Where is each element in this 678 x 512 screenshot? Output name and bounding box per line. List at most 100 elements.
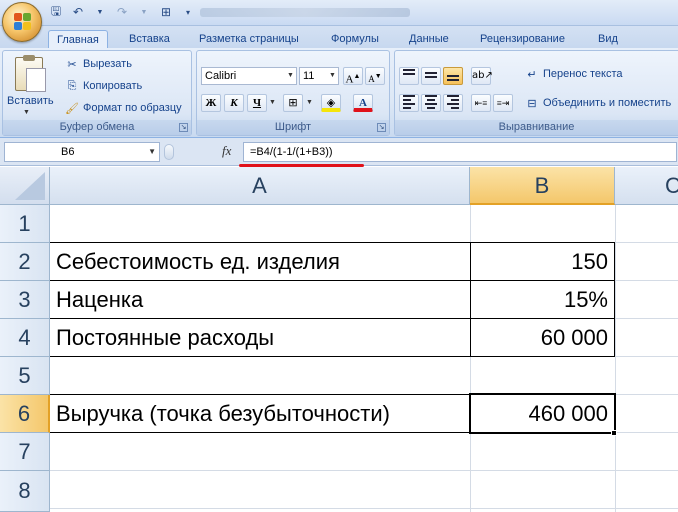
bold-button[interactable]: Ж — [201, 94, 221, 112]
font-name-select[interactable]: Calibri ▼ — [201, 67, 297, 85]
underline-button[interactable]: Ч — [247, 94, 267, 112]
gridline — [50, 470, 678, 471]
save-icon[interactable]: 🖫 — [48, 4, 64, 20]
decrease-indent-button[interactable]: ⇤≡ — [471, 94, 491, 112]
tab-view[interactable]: Вид — [590, 30, 626, 48]
customize-qat-icon[interactable]: ▾ — [180, 4, 196, 20]
cell-a3[interactable]: Наценка — [50, 281, 470, 318]
align-bottom-icon — [444, 68, 462, 82]
chevron-down-icon: ▼ — [329, 72, 336, 79]
quick-access-toolbar: 🖫 ↶ ▼ ↷ ▼ ⊞ ▾ — [48, 4, 196, 20]
orientation-button[interactable]: ab↗ — [471, 67, 493, 85]
paste-dropdown-icon[interactable]: ▼ — [23, 109, 30, 116]
merge-center-label: Объединить и поместить — [543, 97, 672, 109]
cell-b3[interactable]: 15% — [471, 281, 614, 318]
align-right-icon — [444, 95, 462, 109]
row-header-7[interactable]: 7 — [0, 433, 50, 471]
worksheet-grid[interactable]: A B C 1 2 3 4 5 6 7 8 Себестоимость ед. … — [0, 167, 678, 512]
increase-indent-button[interactable]: ≡⇥ — [493, 94, 513, 112]
column-header-a[interactable]: A — [50, 167, 470, 205]
row-header-2[interactable]: 2 — [0, 243, 50, 281]
row-header-6[interactable]: 6 — [0, 395, 50, 433]
font-launcher-icon[interactable]: ↘ — [377, 123, 386, 132]
table-border — [614, 242, 615, 356]
align-center-icon — [422, 95, 440, 109]
redo-dropdown-icon[interactable]: ▼ — [136, 4, 152, 20]
italic-button[interactable]: К — [224, 94, 244, 112]
scissors-icon: ✂ — [67, 58, 77, 71]
merge-center-button[interactable]: ⊟ Объединить и поместить — [525, 96, 671, 110]
paint-bucket-icon: ◈ — [326, 97, 336, 109]
align-left-button[interactable] — [399, 94, 419, 112]
name-box-value: B6 — [61, 146, 75, 158]
font-color-icon: A — [359, 97, 367, 109]
paste-button[interactable]: Вставить — [7, 95, 54, 107]
select-all-button[interactable] — [0, 167, 50, 205]
office-button[interactable] — [2, 2, 42, 42]
table-icon[interactable]: ⊞ — [158, 4, 174, 20]
paste-icon[interactable] — [15, 55, 46, 92]
cell-a6[interactable]: Выручка (точка безубыточности) — [50, 395, 470, 432]
merge-icon: ⊟ — [527, 97, 537, 110]
cell-a4[interactable]: Постоянные расходы — [50, 319, 470, 356]
wrap-text-label: Перенос текста — [543, 68, 623, 80]
row-header-3[interactable]: 3 — [0, 281, 50, 319]
redo-icon[interactable]: ↷ — [114, 4, 130, 20]
tab-page-layout[interactable]: Разметка страницы — [191, 30, 307, 48]
undo-dropdown-icon[interactable]: ▼ — [92, 4, 108, 20]
tab-data[interactable]: Данные — [401, 30, 457, 48]
clipboard-group-label: Буфер обмена — [3, 120, 191, 135]
align-middle-icon — [422, 68, 440, 82]
align-bottom-button[interactable] — [443, 67, 463, 85]
insert-function-button[interactable]: fx — [222, 143, 231, 159]
fill-handle[interactable] — [611, 430, 617, 436]
cell-b2[interactable]: 150 — [471, 243, 614, 280]
copy-label: Копировать — [83, 80, 143, 92]
undo-icon[interactable]: ↶ — [70, 4, 86, 20]
align-top-button[interactable] — [399, 67, 419, 85]
font-group: Calibri ▼ 11 ▼ A▲ A▼ Ж К Ч ▼ ⊞ ▼ ◈ A Шри… — [196, 50, 390, 136]
name-box[interactable]: B6 ▼ — [4, 142, 160, 162]
row-header-4[interactable]: 4 — [0, 319, 50, 357]
borders-dropdown-icon[interactable]: ▼ — [306, 99, 313, 106]
table-border — [50, 356, 615, 357]
decrease-indent-icon: ⇤≡ — [474, 98, 488, 108]
column-header-b[interactable]: B — [470, 167, 615, 205]
tab-home[interactable]: Главная — [48, 30, 108, 48]
font-color-button[interactable]: A — [353, 94, 373, 112]
cell-b4[interactable]: 60 000 — [471, 319, 614, 356]
copy-button[interactable]: ⎘ Копировать — [65, 79, 143, 93]
format-painter-button[interactable]: 🖌 Формат по образцу — [65, 101, 182, 115]
window-title — [200, 8, 410, 17]
column-header-c[interactable]: C — [615, 167, 678, 205]
underline-dropdown-icon[interactable]: ▼ — [269, 99, 276, 106]
align-right-button[interactable] — [443, 94, 463, 112]
increase-indent-icon: ≡⇥ — [496, 98, 510, 108]
align-center-button[interactable] — [421, 94, 441, 112]
clipboard-launcher-icon[interactable]: ↘ — [179, 123, 188, 132]
fill-color-button[interactable]: ◈ — [321, 94, 341, 112]
formula-input[interactable]: =B4/(1-1/(1+B3)) — [243, 142, 677, 162]
font-size-select[interactable]: 11 ▼ — [299, 67, 339, 85]
borders-button[interactable]: ⊞ — [283, 94, 303, 112]
office-logo-icon — [14, 13, 32, 31]
align-top-icon — [400, 68, 418, 82]
alignment-group: ab↗ ⇤≡ ≡⇥ ↵ Перенос текста ⊟ Объединить … — [394, 50, 678, 136]
tab-review[interactable]: Рецензирование — [472, 30, 573, 48]
cut-button[interactable]: ✂ Вырезать — [65, 57, 132, 71]
tab-insert[interactable]: Вставка — [121, 30, 178, 48]
formula-bar-splitter[interactable] — [164, 144, 174, 160]
cell-a2[interactable]: Себестоимость ед. изделия — [50, 243, 470, 280]
tab-formulas[interactable]: Формулы — [323, 30, 387, 48]
align-middle-button[interactable] — [421, 67, 441, 85]
row-header-5[interactable]: 5 — [0, 357, 50, 395]
title-bar: 🖫 ↶ ▼ ↷ ▼ ⊞ ▾ — [0, 0, 678, 42]
cut-label: Вырезать — [83, 58, 132, 70]
row-header-1[interactable]: 1 — [0, 205, 50, 243]
row-header-8[interactable]: 8 — [0, 471, 50, 512]
shrink-font-button[interactable]: A▼ — [365, 67, 385, 85]
align-left-icon — [400, 95, 418, 109]
grow-font-button[interactable]: A▲ — [343, 67, 363, 86]
chevron-down-icon: ▼ — [287, 72, 294, 79]
wrap-text-button[interactable]: ↵ Перенос текста — [525, 67, 623, 81]
